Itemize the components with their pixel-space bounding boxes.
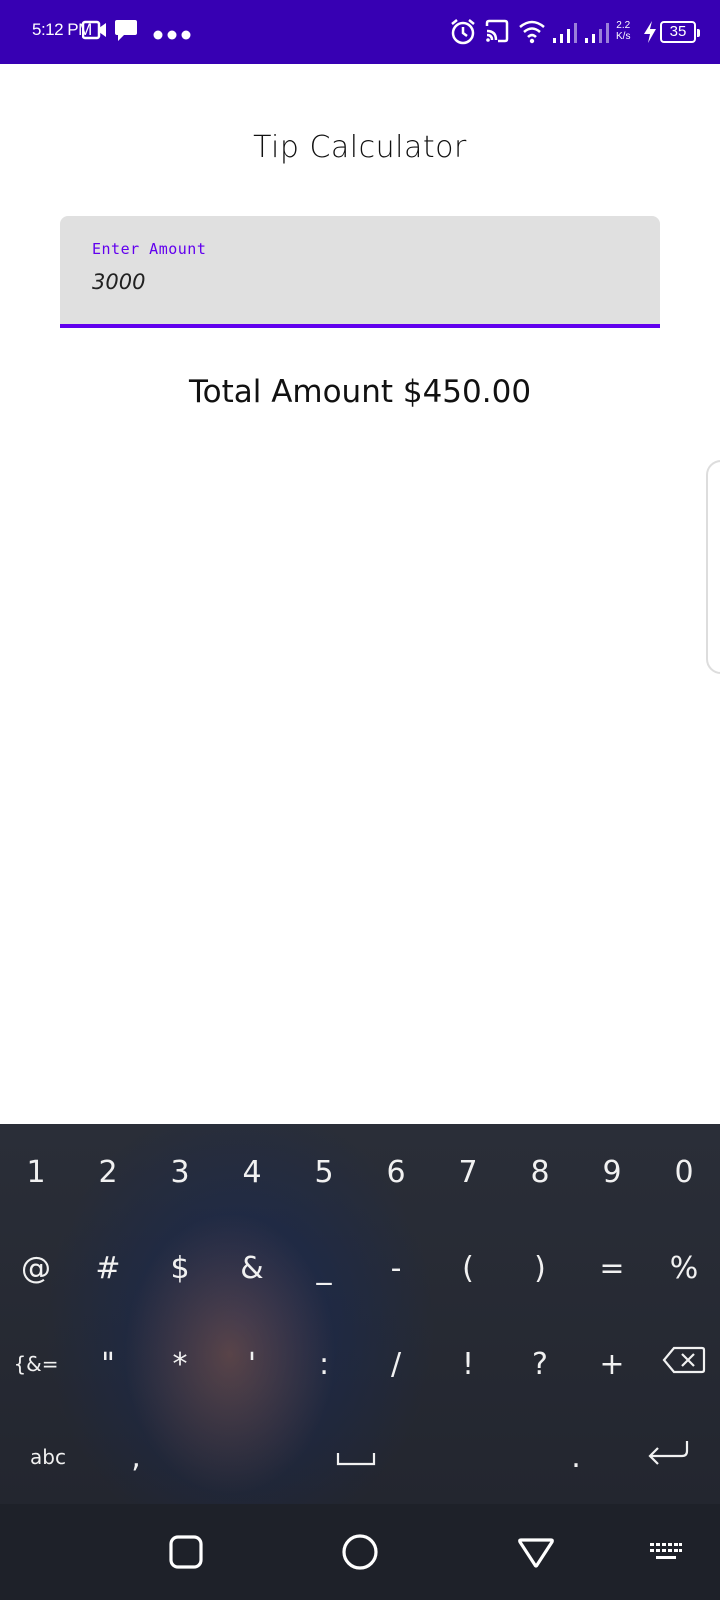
video-camera-icon — [81, 18, 108, 46]
key-double-quote[interactable]: " — [72, 1316, 144, 1412]
signal-icon — [552, 22, 580, 48]
key-space[interactable] — [176, 1410, 536, 1504]
key-2[interactable]: 2 — [72, 1124, 144, 1220]
enter-icon — [645, 1438, 691, 1476]
key-plus[interactable]: + — [576, 1316, 648, 1412]
key-slash[interactable]: / — [360, 1316, 432, 1412]
amount-input[interactable] — [92, 270, 612, 294]
backspace-icon — [662, 1346, 706, 1382]
key-underscore[interactable]: _ — [288, 1220, 360, 1316]
key-period[interactable]: . — [536, 1410, 616, 1504]
recents-icon — [168, 1534, 204, 1574]
key-enter[interactable] — [616, 1410, 720, 1504]
key-dollar[interactable]: $ — [144, 1220, 216, 1316]
wifi-icon — [518, 18, 546, 48]
key-exclamation[interactable]: ! — [432, 1316, 504, 1412]
back-button[interactable] — [508, 1526, 564, 1582]
key-percent[interactable]: % — [648, 1220, 720, 1316]
key-open-paren[interactable]: ( — [432, 1220, 504, 1316]
more-dots-icon — [152, 26, 192, 45]
key-hash[interactable]: # — [72, 1220, 144, 1316]
amount-field[interactable]: Enter Amount — [60, 216, 660, 328]
keyboard-row-punctuation: {&= " * ' : / ! ? + — [0, 1316, 720, 1412]
signal-icon — [584, 22, 612, 48]
edge-panel-handle[interactable] — [706, 460, 720, 674]
keyboard-icon — [649, 1541, 683, 1567]
page-title: Tip Calculator — [253, 130, 467, 165]
key-6[interactable]: 6 — [360, 1124, 432, 1220]
network-speed-unit: K/s — [616, 31, 631, 42]
network-speed-value: 2.2 — [616, 20, 631, 31]
keyboard-row-numbers: 1 2 3 4 5 6 7 8 9 0 — [0, 1124, 720, 1220]
total-amount-text: Total Amount $450.00 — [188, 374, 532, 410]
key-comma[interactable]: , — [96, 1410, 176, 1504]
key-0[interactable]: 0 — [648, 1124, 720, 1220]
keyboard: 1 2 3 4 5 6 7 8 9 0 @ # $ & _ - ( ) = % … — [0, 1124, 720, 1504]
home-button[interactable] — [332, 1526, 388, 1582]
alarm-icon — [450, 18, 476, 50]
network-speed: 2.2 K/s — [616, 20, 630, 42]
key-7[interactable]: 7 — [432, 1124, 504, 1220]
back-icon — [516, 1534, 556, 1574]
key-4[interactable]: 4 — [216, 1124, 288, 1220]
keyboard-switch-button[interactable] — [638, 1526, 694, 1582]
home-icon — [340, 1532, 380, 1576]
key-abc[interactable]: abc — [0, 1410, 96, 1504]
amount-field-label: Enter Amount — [92, 240, 207, 258]
key-ampersand[interactable]: & — [216, 1220, 288, 1316]
keyboard-row-bottom: abc , . — [0, 1410, 720, 1504]
chat-bubble-icon — [112, 18, 140, 48]
key-hyphen[interactable]: - — [360, 1220, 432, 1316]
key-at[interactable]: @ — [0, 1220, 72, 1316]
key-question[interactable]: ? — [504, 1316, 576, 1412]
cast-icon — [484, 18, 510, 48]
navigation-bar — [0, 1504, 720, 1600]
key-equals[interactable]: = — [576, 1220, 648, 1316]
charging-icon — [642, 20, 658, 48]
key-5[interactable]: 5 — [288, 1124, 360, 1220]
status-bar: 5:12 PM 2.2 K/s 35 — [0, 0, 720, 64]
key-apostrophe[interactable]: ' — [216, 1316, 288, 1412]
key-close-paren[interactable]: ) — [504, 1220, 576, 1316]
key-asterisk[interactable]: * — [144, 1316, 216, 1412]
key-colon[interactable]: : — [288, 1316, 360, 1412]
keyboard-row-symbols: @ # $ & _ - ( ) = % — [0, 1220, 720, 1316]
key-backspace[interactable] — [648, 1316, 720, 1412]
battery-icon: 35 — [660, 21, 700, 43]
key-more-symbols[interactable]: {&= — [0, 1316, 72, 1412]
key-8[interactable]: 8 — [504, 1124, 576, 1220]
key-3[interactable]: 3 — [144, 1124, 216, 1220]
key-9[interactable]: 9 — [576, 1124, 648, 1220]
space-icon — [336, 1440, 376, 1475]
recents-button[interactable] — [158, 1526, 214, 1582]
key-1[interactable]: 1 — [0, 1124, 72, 1220]
